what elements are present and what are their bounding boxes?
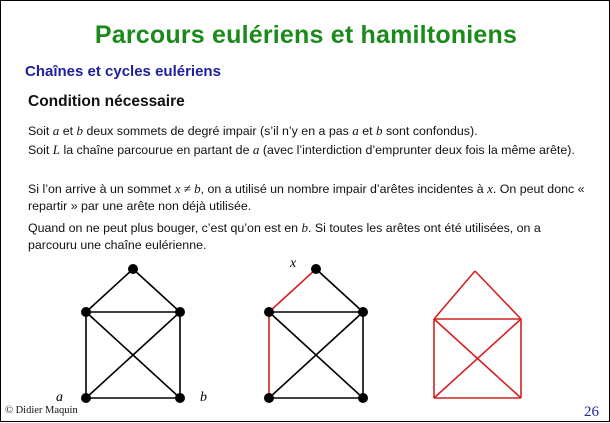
graph-1 <box>85 268 181 399</box>
edge <box>433 270 476 320</box>
vertex <box>311 264 321 274</box>
section-heading: Condition nécessaire <box>28 93 185 110</box>
paragraph-4: Quand on ne peut plus bouger, c’est qu’o… <box>28 220 541 252</box>
edge <box>132 268 181 313</box>
graph-2 <box>268 268 364 399</box>
graph-figures: a b x <box>56 256 522 405</box>
paragraph-3: Si l’on arrive à un sommet x ≠ b, on a u… <box>28 181 585 213</box>
vertex <box>81 393 91 403</box>
vertex <box>128 264 138 274</box>
vertex <box>81 307 91 317</box>
graph-2-vertices <box>264 264 368 403</box>
vertex <box>264 307 274 317</box>
edge <box>85 268 134 313</box>
page-number: 26 <box>584 404 599 420</box>
slide: Parcours eulériens et hamiltoniens Chaîn… <box>0 0 610 422</box>
slide-title: Parcours eulériens et hamiltoniens <box>94 21 518 49</box>
edge <box>474 270 522 320</box>
vertex <box>358 307 368 317</box>
paragraph-1: Soit a et b deux sommets de degré impair… <box>28 123 478 138</box>
graph-3 <box>433 270 522 399</box>
vertex <box>264 393 274 403</box>
slide-subtitle: Chaînes et cycles eulériens <box>25 63 221 80</box>
vertex <box>175 307 185 317</box>
label-x: x <box>289 256 297 271</box>
footer-credit: © Didier Maquin <box>5 405 78 416</box>
label-a: a <box>56 390 63 405</box>
edge <box>315 268 364 313</box>
vertex <box>175 393 185 403</box>
edge-used <box>268 268 317 313</box>
paragraph-2: Soit L la chaîne parcourue en partant de… <box>28 142 575 157</box>
graph-1-vertices <box>81 264 185 403</box>
vertex <box>358 393 368 403</box>
label-b: b <box>200 390 207 405</box>
